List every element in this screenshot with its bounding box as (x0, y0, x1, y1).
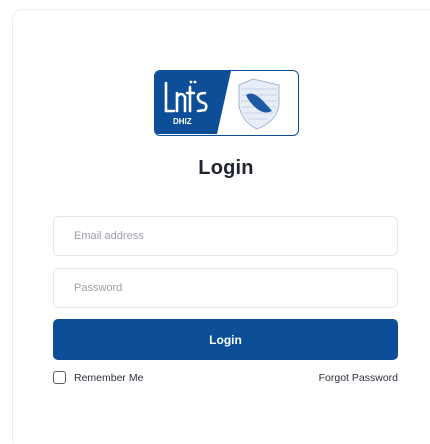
login-page: DHIZ Login Login Remember (0, 0, 430, 444)
logo-subtext: DHIZ (173, 117, 192, 126)
login-button[interactable]: Login (53, 319, 398, 360)
remember-checkbox[interactable] (53, 371, 66, 384)
remember-me[interactable]: Remember Me (53, 371, 143, 384)
brand-logo-graphic: DHIZ (155, 71, 280, 134)
email-field-wrapper (53, 216, 398, 256)
password-field-wrapper (53, 268, 398, 308)
remember-label: Remember Me (74, 371, 144, 384)
forgot-password-link[interactable]: Forgot Password (319, 372, 398, 384)
password-field[interactable] (54, 269, 397, 307)
email-field[interactable] (54, 217, 397, 255)
page-title: Login (198, 157, 254, 179)
shield-icon (238, 78, 280, 130)
brand-logo: DHIZ (154, 70, 299, 136)
